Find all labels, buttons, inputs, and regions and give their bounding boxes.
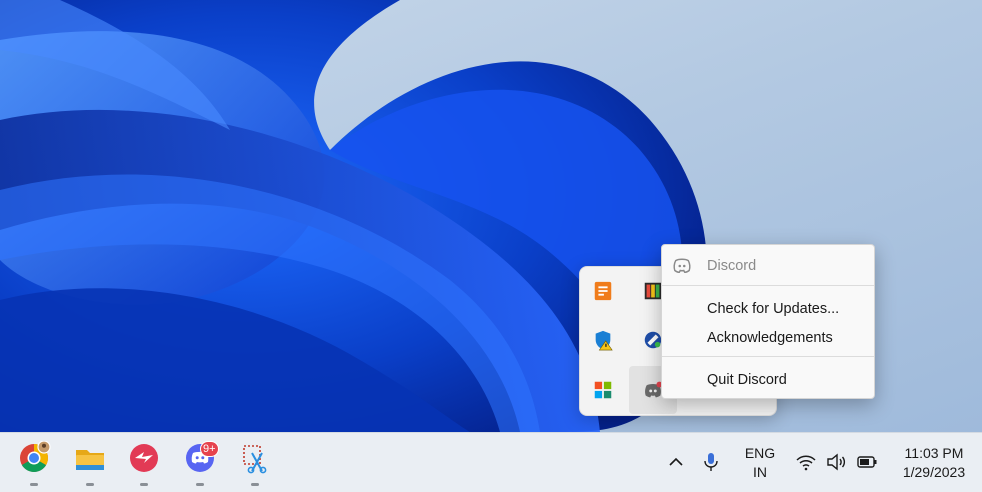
running-indicator	[30, 483, 38, 486]
snipping-tool-taskbar-button[interactable]	[235, 441, 275, 486]
running-indicator	[196, 483, 204, 486]
app-taskbar-button[interactable]	[124, 441, 164, 486]
notification-badge: 9+	[200, 441, 219, 457]
file-explorer-taskbar-button[interactable]	[70, 441, 110, 486]
clock[interactable]: 11:03 PM 1/29/2023	[888, 444, 980, 482]
chrome-icon	[20, 441, 51, 472]
battery-icon[interactable]	[856, 451, 878, 473]
running-indicator	[140, 483, 148, 486]
file-explorer-icon	[76, 450, 104, 470]
discord-context-menu: Discord Check for Updates... Acknowledge…	[661, 244, 875, 399]
date-label: 1/29/2023	[902, 464, 966, 480]
input-language-indicator[interactable]: ENG IN	[737, 444, 783, 482]
language-code: ENG	[744, 445, 776, 461]
taskbar: 9+ ENG IN 11:03 PM 1/29/2023	[0, 432, 982, 492]
wifi-icon[interactable]	[795, 451, 817, 473]
stickies-icon[interactable]	[581, 269, 625, 313]
menu-header: Discord	[662, 252, 874, 280]
discord-taskbar-button[interactable]: 9+	[180, 441, 220, 486]
menu-header-label: Discord	[707, 258, 757, 274]
menu-divider	[662, 285, 874, 286]
time-label: 11:03 PM	[904, 445, 964, 461]
acknowledgements-menu-item[interactable]: Acknowledgements	[662, 324, 874, 352]
running-indicator	[86, 483, 94, 486]
app-icon	[130, 444, 158, 472]
quit-discord-menu-item[interactable]: Quit Discord	[662, 366, 874, 394]
running-indicator	[251, 483, 259, 486]
chrome-taskbar-button[interactable]	[14, 441, 54, 486]
windows-security-warning-icon[interactable]	[581, 318, 625, 362]
microsoft-store-icon[interactable]	[581, 368, 625, 412]
show-hidden-icons-chevron-up-icon[interactable]	[665, 451, 687, 473]
check-for-updates-menu-item[interactable]: Check for Updates...	[662, 295, 874, 323]
snipping-tool-icon	[243, 445, 267, 474]
desktop: Discord Check for Updates... Acknowledge…	[0, 0, 982, 432]
volume-icon[interactable]	[825, 451, 847, 473]
microphone-icon[interactable]	[700, 451, 722, 473]
region-code: IN	[753, 464, 767, 480]
discord-icon	[673, 258, 691, 274]
menu-divider	[662, 356, 874, 357]
